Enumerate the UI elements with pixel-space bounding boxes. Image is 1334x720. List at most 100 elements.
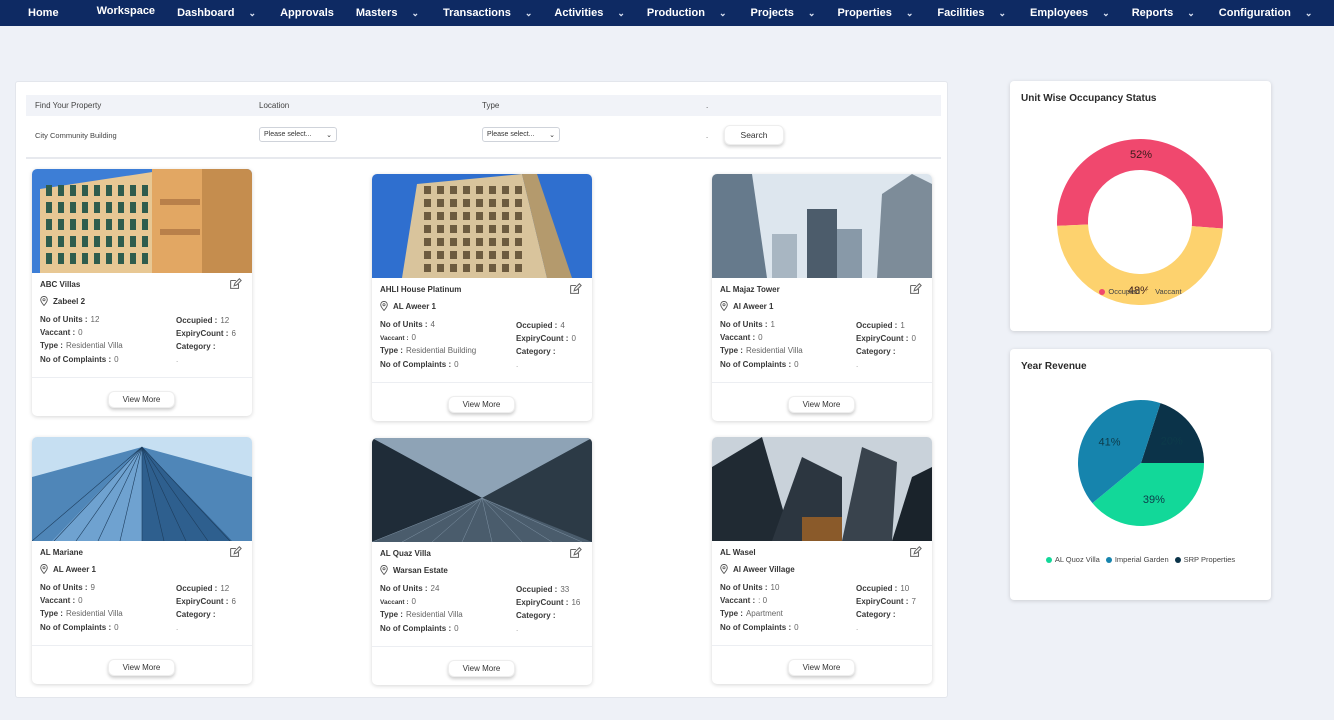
category-value: . (176, 623, 179, 632)
view-more-button[interactable]: View More (448, 660, 515, 677)
units-value: 24 (430, 584, 440, 593)
map-pin-icon (720, 564, 728, 574)
nav-item-dashboard[interactable]: Dashboard ⌄ (177, 0, 256, 26)
nav-label: Workspace (96, 5, 156, 17)
property-image (32, 169, 252, 273)
slice-label: 20% (1161, 436, 1183, 448)
property-image (32, 437, 252, 541)
legend-item[interactable]: Occupied (1099, 287, 1140, 296)
nav-item-employees[interactable]: Employees ⌄ (1030, 0, 1110, 26)
property-name: AHLI House Platinum (380, 285, 462, 294)
chevron-down-icon[interactable]: ⌄ (906, 8, 914, 19)
occupied-field: Occupied :12 (176, 316, 229, 325)
chevron-down-icon[interactable]: ⌄ (249, 8, 257, 19)
nav-item-home[interactable]: Home (28, 0, 59, 26)
property-name: AL Majaz Tower (720, 285, 780, 294)
nav-label: Projects (750, 7, 794, 19)
occupied-label: Occupied : (176, 316, 218, 325)
property-card: AL Quaz Villa Warsan Estate No of Units … (372, 438, 592, 685)
revenue-legend: AL Quoz Villa Imperial Garden SRP Properti… (1010, 555, 1271, 564)
view-more-button[interactable]: View More (788, 659, 855, 676)
nav-item-transactions[interactable]: Transactions ⌄ (443, 0, 532, 26)
category-field: Category : (516, 347, 556, 356)
units-label: No of Units : (40, 583, 88, 592)
type-value: Apartment (745, 609, 783, 618)
nav-item-properties[interactable]: Properties ⌄ (837, 0, 913, 26)
view-more-button[interactable]: View More (788, 396, 855, 413)
chevron-down-icon[interactable]: ⌄ (1305, 8, 1313, 19)
nav-item-production[interactable]: Production ⌄ (647, 0, 727, 26)
edit-icon[interactable] (568, 546, 582, 560)
chevron-down-icon[interactable]: ⌄ (1187, 8, 1195, 19)
expiry-field: ExpiryCount :6 (176, 329, 236, 338)
property-location: AL Aweer 1 (380, 301, 436, 311)
card-divider (712, 382, 932, 383)
chevron-down-icon[interactable]: ⌄ (1102, 8, 1110, 19)
nav-item-facilities[interactable]: Facilities ⌄ (937, 0, 1006, 26)
search-button[interactable]: Search (724, 125, 784, 145)
units-value: 12 (90, 315, 100, 324)
legend-item[interactable]: Vaccant (1146, 287, 1182, 296)
nav-label: Home (28, 7, 59, 19)
vaccant-field: Vaccant :0 (380, 333, 416, 342)
location-select-value: Please select... (264, 131, 312, 138)
legend-dot (1174, 556, 1181, 563)
view-more-button[interactable]: View More (108, 391, 175, 408)
view-more-button[interactable]: View More (108, 659, 175, 676)
property-card: AL Mariane AL Aweer 1 No of Units :9 Vac… (32, 437, 252, 684)
slice-label: 52% (1130, 149, 1152, 161)
map-pin-icon (380, 565, 388, 575)
expiry-field: ExpiryCount :0 (856, 334, 916, 343)
complaints-field: No of Complaints :0 (720, 623, 799, 632)
complaints-field: No of Complaints :0 (40, 355, 119, 364)
units-value: 1 (770, 320, 775, 329)
expiry-field: ExpiryCount :0 (516, 334, 576, 343)
expiry-value: 16 (571, 598, 581, 607)
nav-item-masters[interactable]: Masters ⌄ (356, 0, 419, 26)
property-image (372, 438, 592, 542)
chevron-down-icon[interactable]: ⌄ (411, 8, 419, 19)
placeholder-label: . (706, 101, 709, 110)
type-select[interactable]: Please select... ⌄ (482, 127, 560, 142)
edit-icon[interactable] (228, 277, 242, 291)
complaints-value: 0 (794, 623, 799, 632)
nav-item-approvals[interactable]: Approvals (280, 0, 334, 26)
divider (26, 157, 941, 159)
occupied-label: Occupied : (516, 321, 558, 330)
edit-icon[interactable] (908, 545, 922, 559)
nav-label: Transactions (443, 7, 511, 19)
location-value: Zabeel 2 (53, 296, 86, 306)
filter-row: City Community Building Please select...… (26, 122, 941, 152)
property-location: Zabeel 2 (40, 296, 85, 306)
edit-icon[interactable] (568, 282, 582, 296)
chevron-down-icon: ⌄ (326, 131, 332, 139)
legend-item[interactable]: AL Quoz Villa (1045, 555, 1100, 564)
legend-dot (1146, 288, 1153, 295)
vaccant-field: Vaccant :0 (380, 597, 416, 606)
vaccant-label: Vaccant : (380, 599, 409, 606)
chevron-down-icon[interactable]: ⌄ (617, 8, 625, 19)
legend-item[interactable]: SRP Properties (1174, 555, 1235, 564)
chevron-down-icon[interactable]: ⌄ (719, 8, 727, 19)
complaints-label: No of Complaints : (720, 623, 792, 632)
location-select[interactable]: Please select... ⌄ (259, 127, 337, 142)
nav-item-projects[interactable]: Projects ⌄ (750, 0, 815, 26)
units-value: 10 (770, 583, 780, 592)
occupied-label: Occupied : (856, 584, 898, 593)
property-card: AHLI House Platinum AL Aweer 1 No of Uni… (372, 174, 592, 421)
view-more-button[interactable]: View More (448, 396, 515, 413)
nav-item-activities[interactable]: Activities ⌄ (554, 0, 624, 26)
nav-item-workspace[interactable]: Workspace (97, 0, 156, 26)
edit-icon[interactable] (908, 282, 922, 296)
edit-icon[interactable] (228, 545, 242, 559)
legend-item[interactable]: Imperial Garden (1105, 555, 1169, 564)
legend-dot (1099, 288, 1106, 295)
chevron-down-icon[interactable]: ⌄ (999, 8, 1007, 19)
chevron-down-icon[interactable]: ⌄ (808, 8, 816, 19)
nav-item-configuration[interactable]: Configuration ⌄ (1219, 0, 1313, 26)
property-name: AL Quaz Villa (380, 549, 431, 558)
nav-item-reports[interactable]: Reports ⌄ (1132, 0, 1195, 26)
type-field: Type : Residential Villa (40, 341, 123, 350)
chevron-down-icon[interactable]: ⌄ (525, 8, 533, 19)
property-card: ABC Villas Zabeel 2 No of Units :12 Vacc… (32, 169, 252, 416)
